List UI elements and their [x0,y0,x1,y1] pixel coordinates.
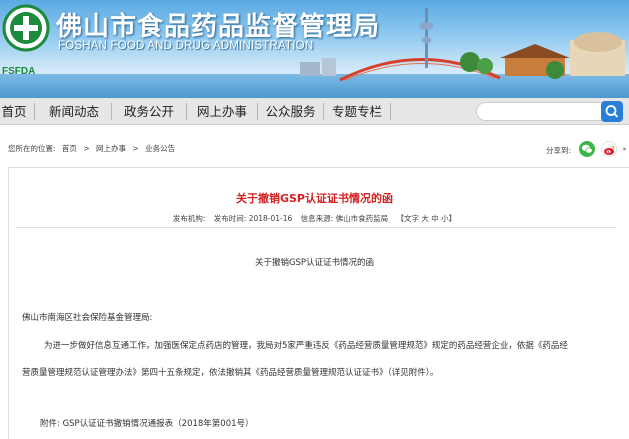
site-title-en: FOSHAN FOOD AND DRUG ADMINISTRATION [58,40,314,52]
nav-item-online-services[interactable]: 网上办事 [187,98,257,125]
breadcrumb: 您所在的位置: 首页 > 网上办事 > 业务公告 [8,143,179,154]
share-more-icon[interactable] [622,140,629,158]
breadcrumb-separator: > [83,144,90,153]
breadcrumb-label: 您所在的位置: [8,144,56,153]
article-attachment[interactable]: 附件: GSP认证证书撤销情况通报表（2018年第001号） [40,417,254,429]
breadcrumb-separator: > [132,144,139,153]
meta-source: 信息来源: 佛山市食药监局 [300,214,389,223]
share-label: 分享到: [546,146,572,155]
logo-icon [2,4,50,52]
wechat-icon[interactable] [579,141,595,157]
weibo-icon[interactable] [601,141,617,157]
article-subtitle: 关于撤销GSP认证证书情况的函 [254,258,375,268]
nav-divider [390,103,391,120]
search-button[interactable] [601,101,623,122]
article-meta: 发布机构: 发布时间: 2018-01-16 信息来源: 佛山市食药监局 【文字… [0,213,629,224]
breadcrumb-home[interactable]: 首页 [62,144,77,153]
nav-item-government[interactable]: 政务公开 [112,98,186,125]
search-icon [605,105,619,118]
site-title: 佛山市食品药品监督管理局 [56,12,381,42]
article-paragraph: 为进一步做好信息互通工作，加强医保定点药店的管理，我局对5家严重违反《药品经营质… [44,341,568,351]
breadcrumb-online-services[interactable]: 网上办事 [96,144,126,153]
article-title: 关于撤销GSP认证证书情况的函 [235,192,393,205]
article-addressee: 佛山市南海区社会保险基金管理局: [22,313,153,323]
meta-divider [16,227,616,228]
search-input[interactable] [476,102,604,121]
wechat-glyph [582,144,593,154]
article-paragraph: 营质量管理规范认证管理办法》第四十五条规定，依法撤销其《药品经营质量管理规范认证… [22,368,439,378]
nav-item-home[interactable]: 首页 [0,98,28,125]
header-banner: 佛山市食品药品监督管理局 FOSHAN FOOD AND DRUG ADMINI… [0,0,629,98]
nav-item-special-topics[interactable]: 专题专栏 [324,98,390,125]
meta-publish-org: 发布机构: [172,214,206,223]
weibo-glyph [604,145,615,155]
nav-item-news[interactable]: 新闻动态 [38,98,110,125]
breadcrumb-announcements[interactable]: 业务公告 [145,144,175,153]
article-panel [8,167,629,439]
meta-publish-time: 发布时间: 2018-01-16 [213,214,293,223]
nav-divider [34,103,35,120]
logo-text: FSFDA [2,66,36,77]
nav-item-public-services[interactable]: 公众服务 [258,98,323,125]
font-size-switcher[interactable]: 【文字 大 中 小】 [396,214,456,223]
